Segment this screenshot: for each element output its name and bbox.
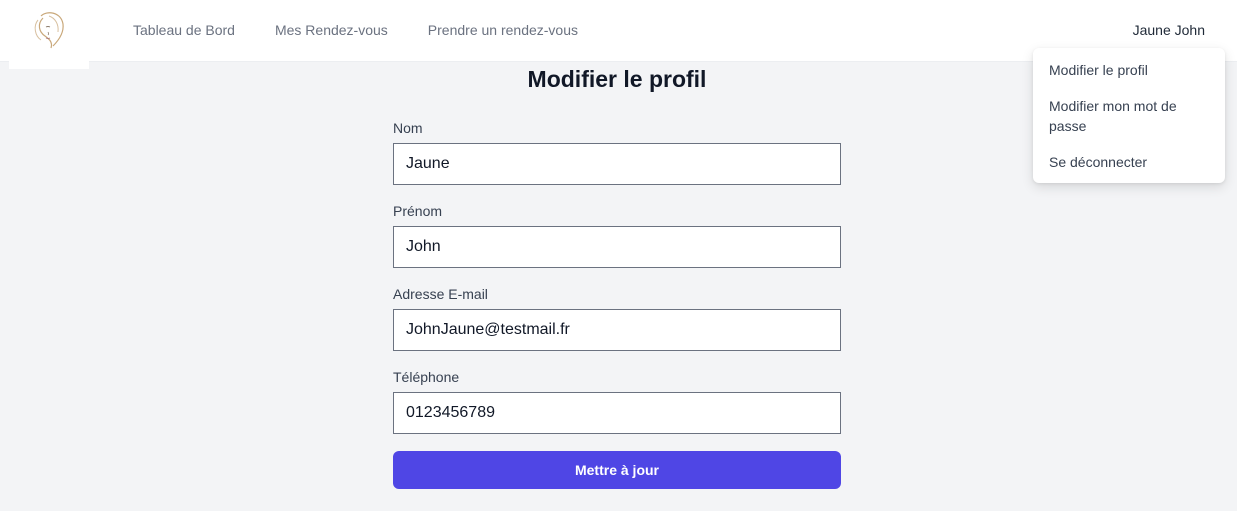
nom-label: Nom <box>393 120 423 136</box>
prenom-label: Prénom <box>393 203 443 219</box>
field-nom: Nom <box>393 119 841 185</box>
main-nav: Tableau de Bord Mes Rendez-vous Prendre … <box>133 21 578 39</box>
nav-link-dashboard[interactable]: Tableau de Bord <box>133 21 235 39</box>
page-title: Modifier le profil <box>527 66 707 92</box>
telephone-input[interactable] <box>393 392 841 434</box>
menu-item-logout[interactable]: Se déconnecter <box>1033 152 1225 172</box>
logo[interactable] <box>9 0 89 69</box>
update-button[interactable]: Mettre à jour <box>393 451 841 489</box>
field-telephone: Téléphone <box>393 368 841 434</box>
nav-link-book-appointment[interactable]: Prendre un rendez-vous <box>428 21 578 39</box>
email-input[interactable] <box>393 309 841 351</box>
field-email: Adresse E-mail <box>393 285 841 351</box>
profile-form: Nom Prénom Adresse E-mail Téléphone Mett… <box>393 119 841 489</box>
user-menu-toggle[interactable]: Jaune John <box>1133 21 1205 39</box>
nav-link-my-appointments[interactable]: Mes Rendez-vous <box>275 21 388 39</box>
telephone-label: Téléphone <box>393 369 460 385</box>
menu-item-change-password[interactable]: Modifier mon mot de passe <box>1033 96 1225 136</box>
field-prenom: Prénom <box>393 202 841 268</box>
woman-face-logo-icon <box>34 12 64 49</box>
email-label: Adresse E-mail <box>393 286 488 302</box>
prenom-input[interactable] <box>393 226 841 268</box>
nom-input[interactable] <box>393 143 841 185</box>
